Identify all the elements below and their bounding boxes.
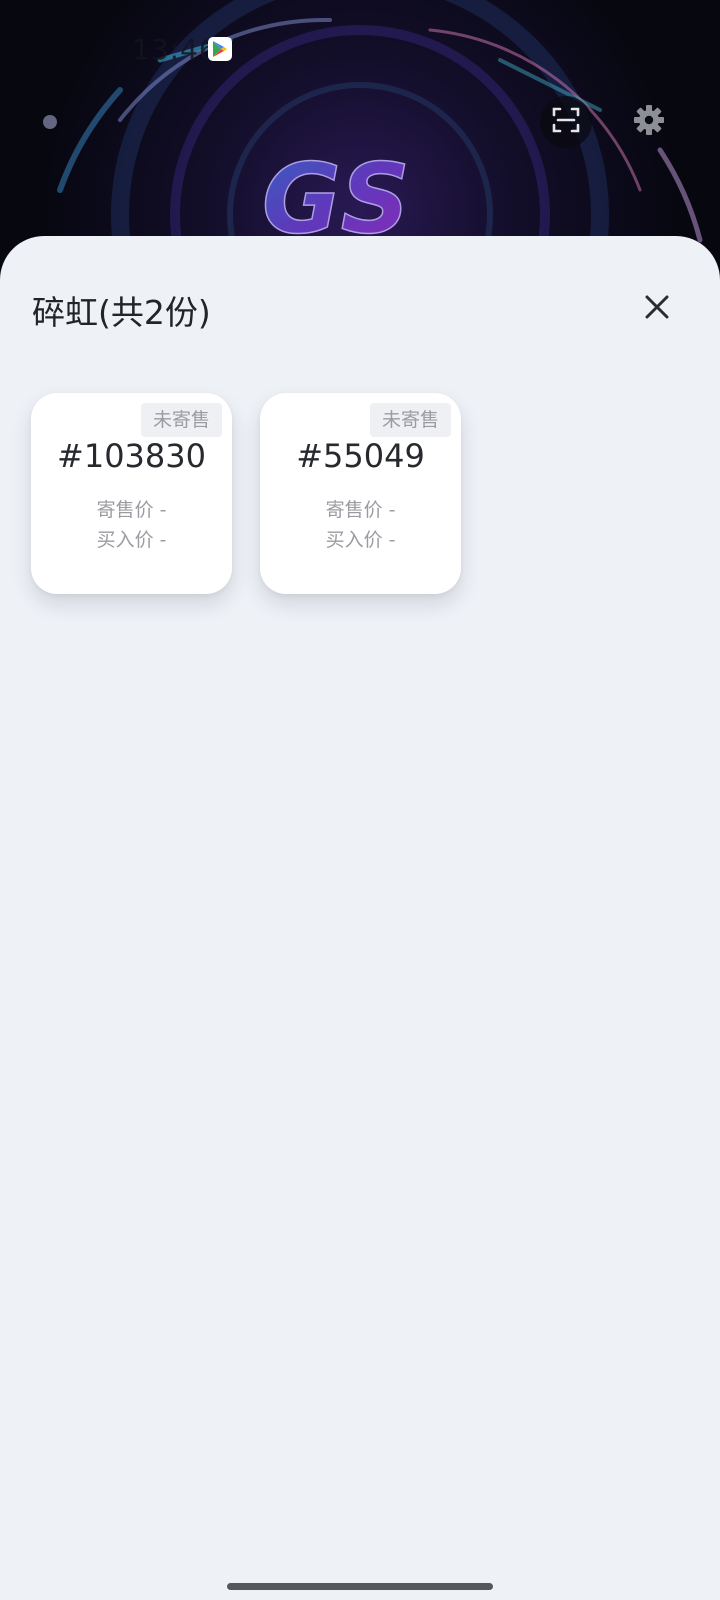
- status-badge: 未寄售: [369, 403, 451, 437]
- home-indicator[interactable]: [227, 1583, 493, 1590]
- buy-price-label: 买入价: [325, 529, 383, 551]
- buy-price-value: -: [159, 529, 167, 551]
- close-icon: [645, 295, 669, 323]
- screen: GS 13:46 碎虹(共2份) 未寄售 #103830 寄售价 - 买入价 -…: [0, 0, 720, 1600]
- sale-price-row: 寄售价 -: [31, 495, 232, 522]
- status-bar: 13:46: [0, 0, 720, 100]
- buy-price-value: -: [388, 529, 396, 551]
- buy-price-label: 买入价: [96, 529, 154, 551]
- sale-price-label: 寄售价: [325, 499, 383, 521]
- buy-price-row: 买入价 -: [31, 525, 232, 552]
- close-button[interactable]: [632, 284, 682, 334]
- play-store-icon: [208, 37, 232, 61]
- buy-price-row: 买入价 -: [260, 525, 461, 552]
- item-list: 未寄售 #103830 寄售价 - 买入价 - 未寄售 #55049 寄售价 - 买入…: [31, 393, 461, 594]
- sale-price-label: 寄售价: [96, 499, 154, 521]
- sheet-title: 碎虹(共2份): [32, 293, 211, 332]
- item-card[interactable]: 未寄售 #103830 寄售价 - 买入价 -: [31, 393, 232, 594]
- sale-price-row: 寄售价 -: [260, 495, 461, 522]
- sale-price-value: -: [159, 499, 167, 521]
- sale-price-value: -: [388, 499, 396, 521]
- status-time: 13:46: [132, 33, 218, 66]
- status-badge: 未寄售: [140, 403, 222, 437]
- item-card[interactable]: 未寄售 #55049 寄售价 - 买入价 -: [260, 393, 461, 594]
- item-number: #55049: [296, 437, 425, 475]
- scan-button[interactable]: [540, 96, 592, 148]
- settings-button[interactable]: [623, 96, 675, 148]
- gear-icon: [633, 104, 665, 140]
- scan-icon: [551, 105, 581, 139]
- item-number: #103830: [57, 437, 206, 475]
- bottom-sheet: 碎虹(共2份) 未寄售 #103830 寄售价 - 买入价 - 未寄售 #550…: [0, 236, 720, 1600]
